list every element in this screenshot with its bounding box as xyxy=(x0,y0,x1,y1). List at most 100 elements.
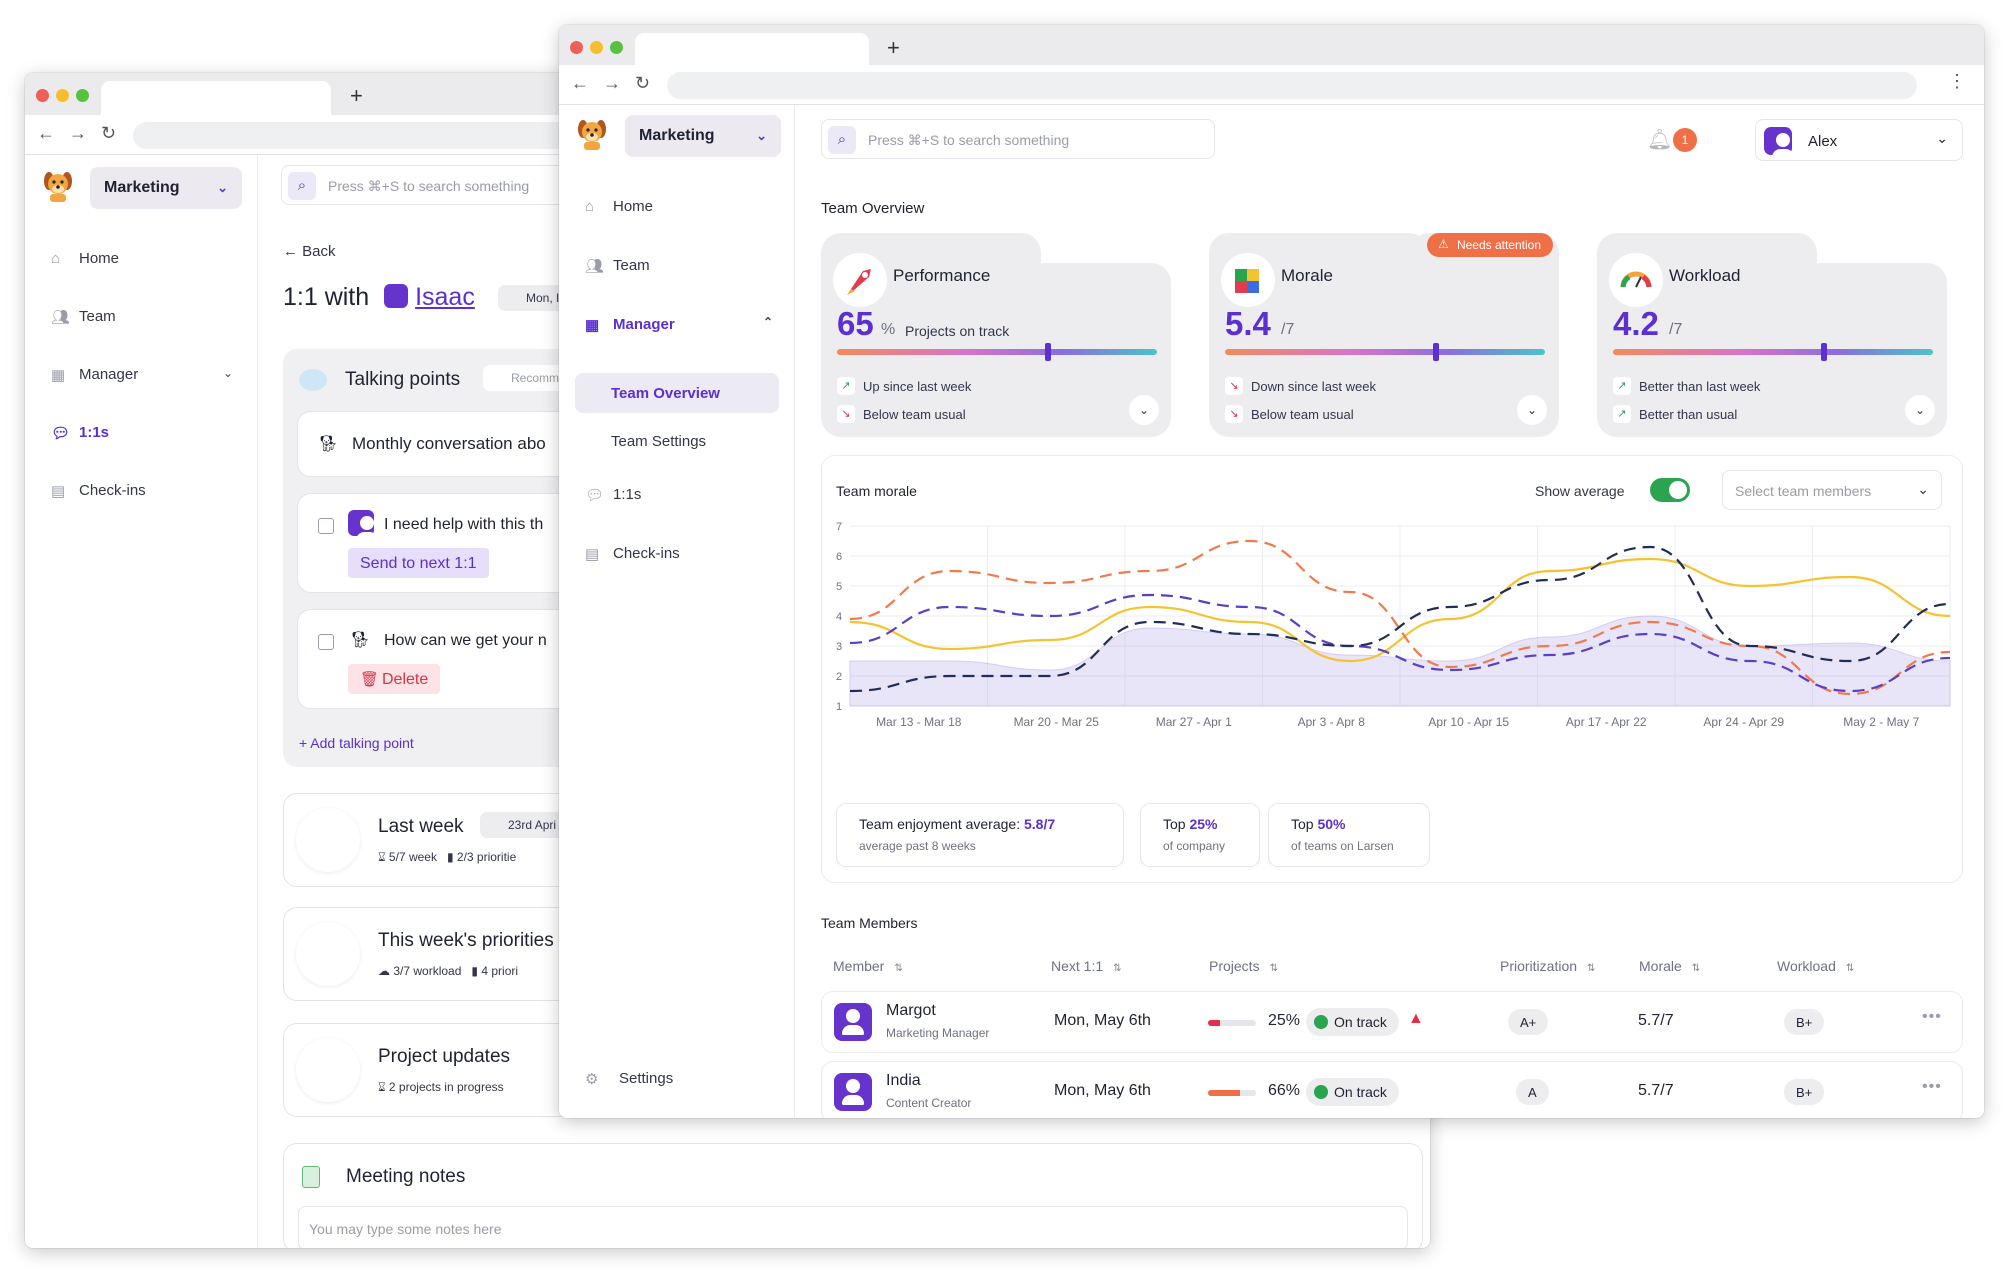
sidebar-label: 1:1s xyxy=(613,486,642,503)
more-options-icon[interactable]: ••• xyxy=(1922,1078,1942,1096)
workspace-selector[interactable]: Marketing ⌄ xyxy=(625,115,781,157)
workspace-selector[interactable]: Marketing ⌄ xyxy=(90,167,242,209)
column-member[interactable]: Member ⇅ xyxy=(833,958,903,974)
x-tick-label: Mar 27 - Apr 1 xyxy=(1156,715,1232,728)
sidebar-item-checkins[interactable]: ▤ Check-ins xyxy=(573,534,779,574)
stat-sub: average past 8 weeks xyxy=(859,839,976,853)
manager-icon: ▦ xyxy=(585,317,600,334)
address-bar[interactable] xyxy=(667,72,1917,99)
sidebar-item-1on1s[interactable]: 💬︎ 1:1s xyxy=(39,413,239,453)
reload-icon[interactable]: ↻ xyxy=(635,73,650,94)
back-link[interactable]: ← Back xyxy=(283,243,336,260)
search-input[interactable]: ⌕ Press ⌘+S to search something xyxy=(821,119,1215,159)
stat-value: 5.8/7 xyxy=(1023,816,1056,832)
close-window-dot[interactable] xyxy=(570,41,583,54)
close-window-dot[interactable] xyxy=(36,89,49,102)
select-placeholder: Select team members xyxy=(1735,483,1872,499)
new-tab-icon[interactable]: + xyxy=(887,35,900,61)
back-arrow-icon[interactable]: ← xyxy=(571,73,589,94)
column-workload[interactable]: Workload ⇅ xyxy=(1777,958,1854,974)
talking-point-checkbox[interactable] xyxy=(318,634,334,650)
avatar xyxy=(834,1003,872,1041)
notification-badge: 1 xyxy=(1673,128,1697,152)
expand-chevron-icon[interactable]: ⌄ xyxy=(1129,395,1159,425)
column-morale[interactable]: Morale ⇅ xyxy=(1639,958,1700,974)
sidebar-item-manager[interactable]: ▦ Manager ⌃ xyxy=(573,305,779,345)
sidebar-item-settings[interactable]: ⚙︎ Settings xyxy=(573,1059,779,1099)
column-projects[interactable]: Projects ⇅ xyxy=(1209,958,1278,974)
expand-chevron-icon[interactable]: ⌄ xyxy=(1517,395,1547,425)
x-tick-label: Mar 20 - Mar 25 xyxy=(1014,715,1100,728)
forward-arrow-icon[interactable]: → xyxy=(69,123,87,144)
stat-label: Team enjoyment average: xyxy=(859,816,1024,832)
performance-card[interactable]: Performance 65 % Projects on track ↗ Up s… xyxy=(821,233,1171,437)
reload-icon[interactable]: ↻ xyxy=(101,123,116,144)
maximize-window-dot[interactable] xyxy=(610,41,623,54)
sidebar-label: Check-ins xyxy=(613,545,680,562)
projects-meta: ⌛︎ 2 projects in progress xyxy=(378,1080,504,1094)
sidebar-item-team-overview[interactable]: Team Overview xyxy=(575,373,779,413)
more-options-icon[interactable]: ••• xyxy=(1922,1008,1942,1026)
project-progress-bar xyxy=(1208,1090,1256,1096)
sidebar-item-manager[interactable]: ▦ Manager ⌄ xyxy=(39,355,239,395)
add-talking-point-button[interactable]: + Add talking point xyxy=(299,735,414,751)
sidebar-item-team[interactable]: 👥︎ Team xyxy=(39,297,239,337)
sidebar-item-home[interactable]: ⌂ Home xyxy=(573,187,779,227)
meta-label: 5/7 week xyxy=(388,850,437,864)
avatar xyxy=(1764,127,1794,159)
workspace-label: Marketing xyxy=(639,127,715,144)
new-tab-icon[interactable]: + xyxy=(350,83,363,109)
user-menu[interactable]: Alex ⌄ xyxy=(1755,119,1963,161)
browser-tab[interactable] xyxy=(101,81,331,115)
kpi-marker xyxy=(1433,343,1440,361)
browser-tab[interactable] xyxy=(635,33,869,67)
notes-input[interactable]: You may type some notes here xyxy=(298,1206,1408,1248)
column-prioritization[interactable]: Prioritization ⇅ xyxy=(1500,958,1595,974)
morale-card[interactable]: ⚠︎ Needs attention Morale 5.4 /7 ↘ Down si… xyxy=(1209,233,1559,437)
warning-icon: ▲ xyxy=(1408,1010,1424,1027)
team-member-select[interactable]: Select team members ⌄ xyxy=(1722,470,1942,510)
more-vertical-icon[interactable]: ⋮ xyxy=(1948,71,1966,92)
minimize-window-dot[interactable] xyxy=(56,89,69,102)
maximize-window-dot[interactable] xyxy=(76,89,89,102)
workload-card[interactable]: Workload 4.2 /7 ↗ Better than last week ↗… xyxy=(1597,233,1947,437)
y-tick-label: 7 xyxy=(836,521,842,533)
sidebar-item-1on1s[interactable]: 💬︎ 1:1s xyxy=(573,475,779,515)
column-next-1on1[interactable]: Next 1:1 ⇅ xyxy=(1051,958,1122,974)
needs-attention-badge: ⚠︎ Needs attention xyxy=(1426,233,1553,257)
forward-arrow-icon[interactable]: → xyxy=(603,73,621,94)
home-icon: ⌂ xyxy=(585,198,595,215)
notes-icon xyxy=(302,1166,320,1188)
sidebar-item-home[interactable]: ⌂ Home xyxy=(39,239,239,279)
x-tick-label: Apr 3 - Apr 8 xyxy=(1298,715,1366,728)
stat-label: Top xyxy=(1163,816,1190,832)
section-title: Project updates xyxy=(378,1046,511,1067)
trash-icon: 🗑︎ xyxy=(360,671,380,688)
team-morale-chart: 1 2 3 4 5 6 7 Mar 13 - Mar 18 Mar 20 - Mar 25 Mar… xyxy=(836,521,1951,728)
table-row[interactable]: Margot Marketing Manager Mon, May 6th 25… xyxy=(821,991,1963,1053)
minimize-window-dot[interactable] xyxy=(590,41,603,54)
send-to-next-button[interactable]: Send to next 1:1 xyxy=(348,548,489,578)
sidebar-item-checkins[interactable]: ▤ Check-ins xyxy=(39,471,239,511)
talking-point-checkbox[interactable] xyxy=(318,518,334,534)
sidebar-label: Team xyxy=(613,257,650,274)
chart-title: Team morale xyxy=(836,483,917,499)
notes-title: Meeting notes xyxy=(346,1166,466,1187)
sidebar-label: Home xyxy=(613,198,654,215)
sidebar-item-team-settings[interactable]: Team Settings xyxy=(575,421,779,461)
meta-label: 3/7 workload xyxy=(393,964,462,978)
kpi-marker xyxy=(1821,343,1828,361)
sidebar-label: Team xyxy=(79,308,116,325)
bell-icon[interactable]: 🔔︎ xyxy=(1647,127,1672,152)
week-meta: ⌛︎ 5/7 week ▮ 2/3 prioritie xyxy=(378,850,517,864)
delete-button[interactable]: 🗑︎ Delete xyxy=(348,664,441,694)
expand-chevron-icon[interactable]: ⌄ xyxy=(1905,395,1935,425)
kpi-name: Performance xyxy=(893,266,991,285)
member-role: Marketing Manager xyxy=(886,1026,990,1040)
table-row[interactable]: India Content Creator Mon, May 6th 66% O… xyxy=(821,1061,1963,1118)
back-arrow-icon[interactable]: ← xyxy=(37,123,55,144)
chip-label: Recomm xyxy=(511,371,560,385)
show-average-toggle[interactable] xyxy=(1650,478,1690,502)
sidebar-item-team[interactable]: 👥︎ Team xyxy=(573,246,779,286)
person-link[interactable]: Isaac xyxy=(415,283,475,311)
